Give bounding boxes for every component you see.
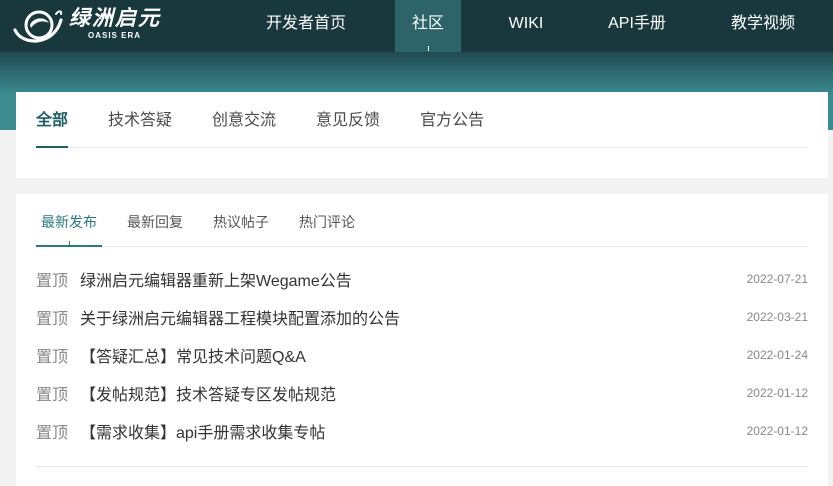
post-date: 2022-01-12 <box>746 424 808 438</box>
post-title[interactable]: 【需求收集】api手册需求收集专帖 <box>80 419 747 443</box>
logo[interactable]: 绿洲启元 OASIS ERA <box>0 0 170 52</box>
post-date: 2022-01-12 <box>746 386 808 400</box>
post-row[interactable]: 置顶 【答疑汇总】常见技术问题Q&A 2022-01-24 <box>36 336 808 374</box>
category-tabs: 全部 技术答疑 创意交流 意见反馈 官方公告 <box>36 92 808 148</box>
post-row[interactable]: 置顶 【发帖规范】技术答疑专区发帖规范 2022-01-12 <box>36 374 808 412</box>
tab-all[interactable]: 全部 <box>36 92 69 148</box>
post-title[interactable]: 关于绿洲启元编辑器工程模块配置添加的公告 <box>80 305 747 329</box>
pinned-tag: 置顶 <box>36 387 69 404</box>
post-list: 置顶 绿洲启元编辑器重新上架Wegame公告 2022-07-21 置顶 关于绿… <box>36 247 808 467</box>
pinned-tag: 置顶 <box>36 425 69 442</box>
sort-tab-latest-replies[interactable]: 最新回复 <box>122 194 188 247</box>
nav-item-developer-home[interactable]: 开发者首页 <box>256 0 356 52</box>
pinned-tag: 置顶 <box>36 349 69 366</box>
tab-creative[interactable]: 创意交流 <box>212 92 276 148</box>
category-card: 全部 技术答疑 创意交流 意见反馈 官方公告 <box>16 92 828 178</box>
tab-announcements[interactable]: 官方公告 <box>420 92 484 148</box>
logo-name: 绿洲启元 <box>69 7 161 30</box>
post-row[interactable]: 置顶 绿洲启元编辑器重新上架Wegame公告 2022-07-21 <box>36 260 808 298</box>
nav-item-api-manual[interactable]: API手册 <box>587 0 687 52</box>
sort-tab-latest-posts[interactable]: 最新发布 <box>36 194 102 247</box>
post-date: 2022-01-24 <box>746 348 808 362</box>
post-title[interactable]: 【答疑汇总】常见技术问题Q&A <box>80 343 747 367</box>
post-row[interactable]: 置顶 【需求收集】api手册需求收集专帖 2022-01-12 <box>36 412 808 450</box>
nav-item-tutorial-videos[interactable]: 教学视频 <box>713 0 813 52</box>
sort-tabs: 最新发布 最新回复 热议帖子 热门评论 <box>36 194 808 247</box>
post-date: 2022-07-21 <box>746 272 808 286</box>
posts-card: 最新发布 最新回复 热议帖子 热门评论 置顶 绿洲启元编辑器重新上架Wegame… <box>16 194 828 486</box>
logo-subname: OASIS ERA <box>88 31 142 40</box>
top-nav-bar: 绿洲启元 OASIS ERA 开发者首页 社区 WIKI API手册 教学视频 <box>0 0 833 52</box>
oasis-emblem-icon <box>13 10 63 43</box>
pinned-tag: 置顶 <box>36 273 69 290</box>
tab-tech-qa[interactable]: 技术答疑 <box>108 92 172 148</box>
sort-tab-hot-posts[interactable]: 热议帖子 <box>208 194 274 247</box>
nav-item-community[interactable]: 社区 <box>395 0 461 52</box>
sort-tab-hot-comments[interactable]: 热门评论 <box>294 194 360 247</box>
pinned-tag: 置顶 <box>36 311 69 328</box>
nav-item-wiki[interactable]: WIKI <box>486 0 566 52</box>
tab-feedback[interactable]: 意见反馈 <box>316 92 380 148</box>
post-date: 2022-03-21 <box>746 310 808 324</box>
post-title[interactable]: 【发帖规范】技术答疑专区发帖规范 <box>80 381 747 405</box>
post-title[interactable]: 绿洲启元编辑器重新上架Wegame公告 <box>80 267 747 291</box>
post-row[interactable]: 置顶 关于绿洲启元编辑器工程模块配置添加的公告 2022-03-21 <box>36 298 808 336</box>
